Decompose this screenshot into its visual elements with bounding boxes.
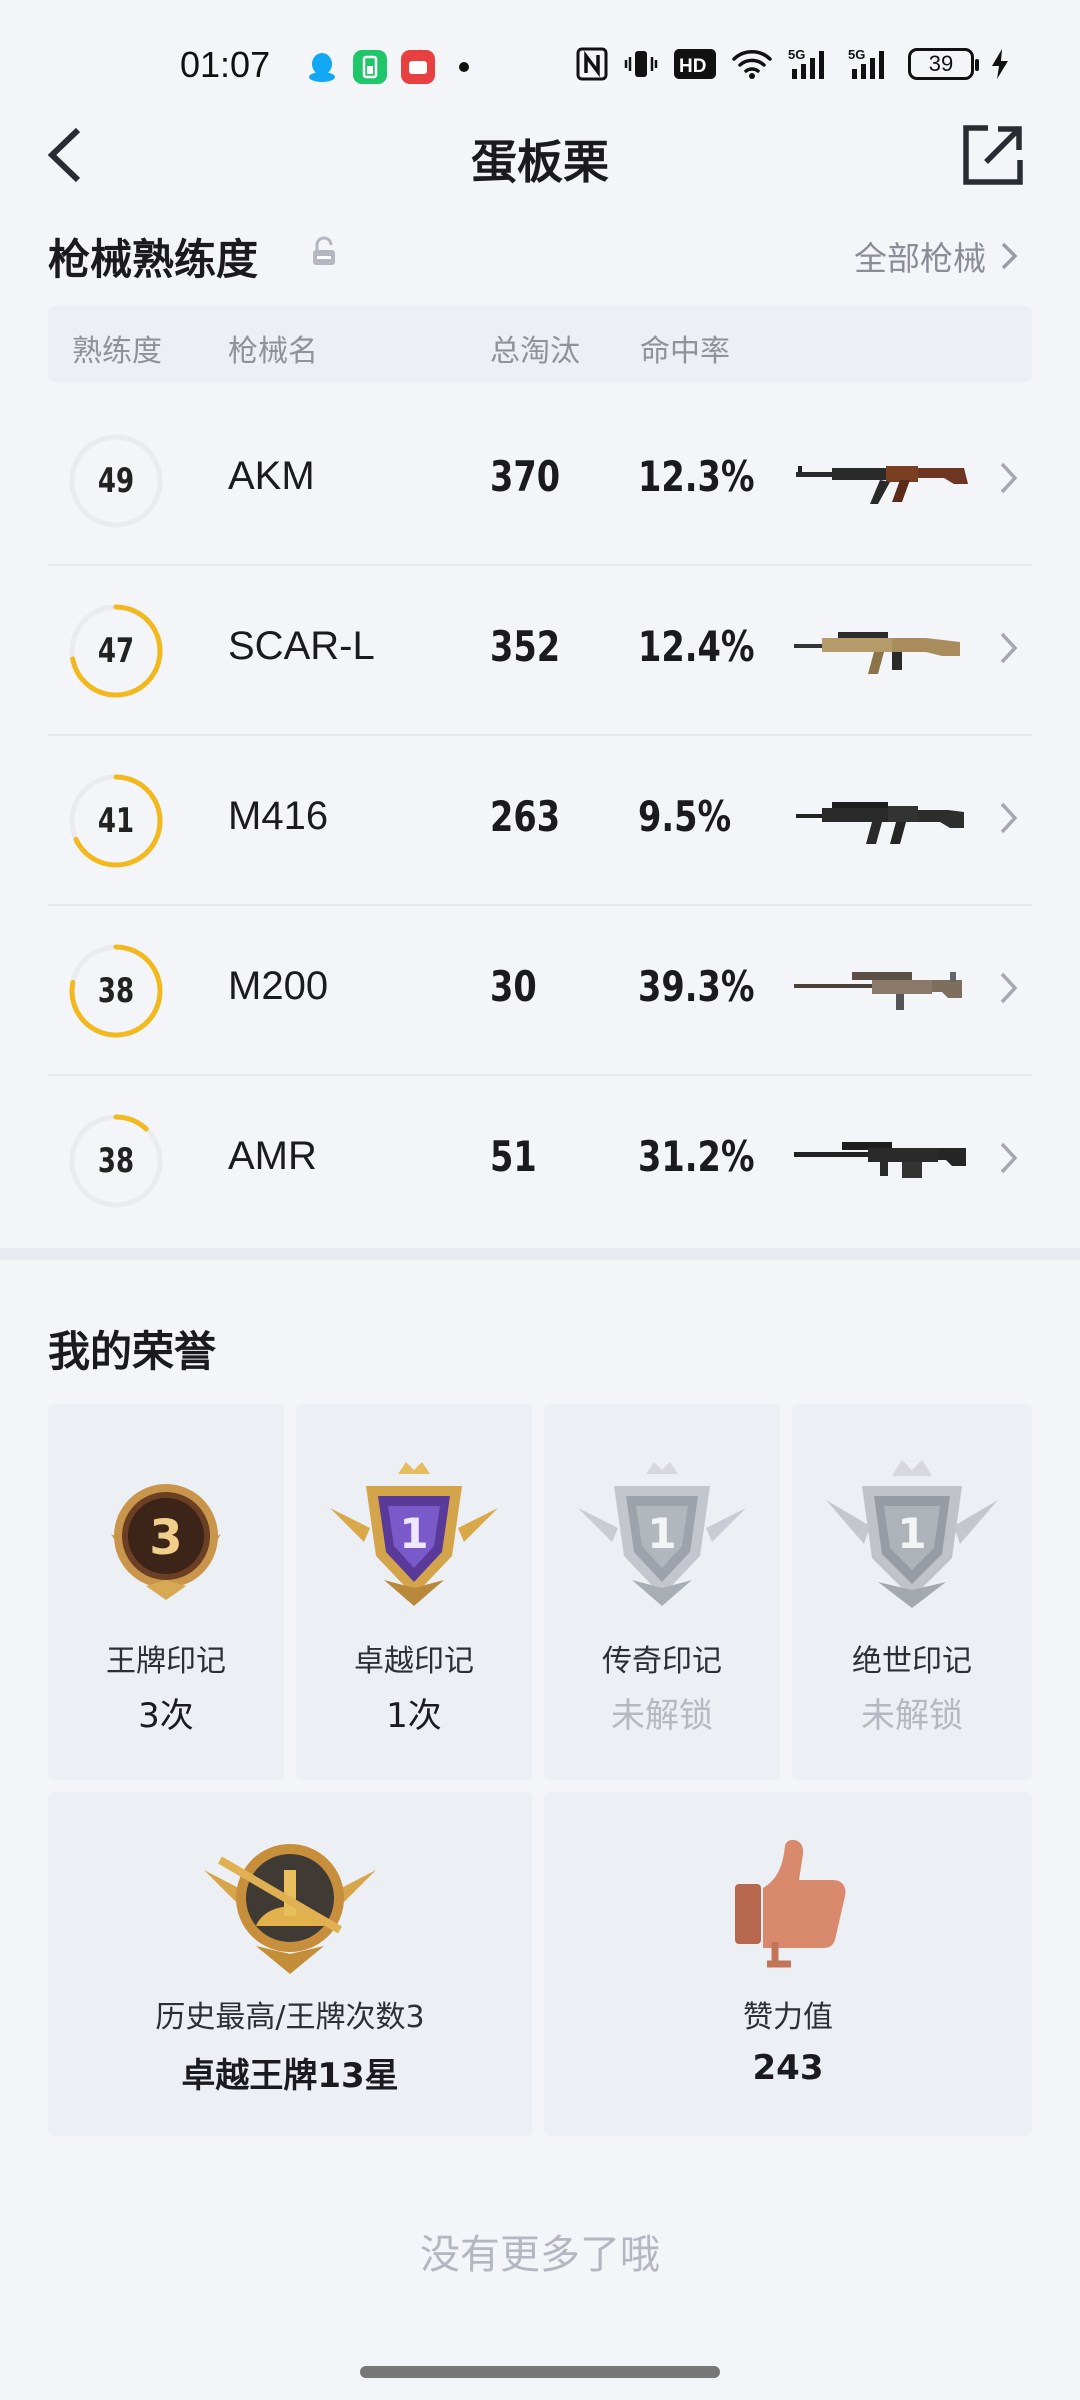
status-system-icons: HD 5G 5G 39 [576,46,1010,82]
thumbs-up-icon [735,1839,846,1968]
honor-label: 王牌印记 [106,1644,226,1679]
weapon-row[interactable]: 49 AKM 370 12.3% [48,396,1032,566]
lock-icon [313,236,335,265]
status-bar: 01:07 HD 5G 5G 39 [0,0,1080,130]
status-time: 01:07 [180,44,271,85]
honor-card-ace[interactable]: 3 王牌印记 3次 [48,1404,284,1780]
chevron-right-icon [1000,462,1018,494]
chevron-right-icon [1000,1142,1018,1174]
chevron-right-icon [1000,802,1018,834]
svg-text:3: 3 [149,1510,182,1566]
charging-icon [990,46,1010,82]
weapon-section-title: 枪械熟练度 [48,235,259,284]
honor-label: 卓越印记 [354,1644,474,1679]
weapon-name: M416 [228,794,329,838]
weapon-row[interactable]: 41 M416 263 9.5% [48,736,1032,906]
nfc-icon [576,46,608,82]
all-weapons-label: 全部枪械 [854,239,986,278]
column-proficiency: 熟练度 [72,334,162,369]
honor-label: 绝世印记 [852,1644,972,1679]
honor-card-excellence[interactable]: 1 卓越印记 1次 [296,1404,532,1780]
weapon-kills: 370 [490,452,561,501]
weapon-name: AMR [228,1134,317,1178]
weapon-kills: 352 [490,622,561,671]
proficiency-level: 38 [97,971,135,1011]
excellence-mark-badge-icon: 1 [330,1462,498,1606]
weapon-accuracy: 12.4% [638,622,755,671]
honor-value: 243 [752,2048,824,2088]
best-rank-badge-icon [204,1844,376,1974]
scar-rifle-icon [794,632,960,674]
svg-text:HD: HD [679,56,706,77]
home-indicator[interactable] [360,2366,720,2378]
redbook-app-icon [401,50,435,84]
honor-label: 赞力值 [743,2000,833,2035]
chevron-right-icon [1000,972,1018,1004]
weapon-kills: 51 [490,1132,537,1181]
peerless-mark-badge-icon: 1 [826,1460,998,1608]
honor-label: 历史最高/王牌次数3 [155,2000,425,2035]
battery-indicator: 39 [908,48,979,80]
column-weapon-name: 枪械名 [228,334,318,369]
honor-value: 未解锁 [611,1696,713,1736]
vibrate-icon [624,46,658,82]
wifi-icon [732,46,772,82]
signal-5g-icon-1: 5G [788,46,832,82]
weapon-name: SCAR-L [228,624,375,668]
weapon-kills: 263 [490,792,561,841]
svg-text:1: 1 [897,1509,926,1558]
svg-text:1: 1 [647,1509,676,1558]
weapon-accuracy: 39.3% [638,962,755,1011]
m200-sniper-icon [794,972,962,1010]
signal-5g-icon-2: 5G [848,46,892,82]
honor-label: 传奇印记 [602,1644,722,1679]
chevron-right-icon [1000,632,1018,664]
proficiency-level: 49 [97,461,135,501]
weapon-accuracy: 9.5% [638,792,732,841]
m416-rifle-icon [796,802,964,844]
proficiency-level: 41 [97,801,135,841]
no-more-footer-text: 没有更多了哦 [420,2232,660,2278]
proficiency-level: 38 [97,1141,135,1181]
section-divider [0,1248,1080,1260]
column-accuracy: 命中率 [640,334,730,369]
chevron-right-icon [1001,242,1018,270]
weapon-name: AKM [228,454,315,498]
honor-value: 卓越王牌13星 [181,2056,399,2096]
svg-text:5G: 5G [848,47,865,62]
weapon-accuracy: 12.3% [638,452,755,501]
honor-value: 1次 [386,1696,442,1736]
weapon-row[interactable]: 47 SCAR-L 352 12.4% [48,566,1032,736]
honor-card-likes[interactable]: 赞力值 243 [544,1792,1032,2136]
weapon-kills: 30 [490,962,537,1011]
share-external-icon [963,125,1023,185]
status-notification-icons [305,50,469,84]
qq-icon [305,50,339,84]
honor-section-title: 我的荣誉 [48,1327,217,1376]
legend-mark-badge-icon: 1 [578,1462,746,1606]
svg-text:5G: 5G [788,47,805,62]
all-weapons-link[interactable]: 全部枪械 [854,232,1018,280]
honor-card-legend[interactable]: 1 传奇印记 未解锁 [544,1404,780,1780]
honor-value: 未解锁 [861,1696,963,1736]
svg-text:1: 1 [399,1509,428,1558]
weapon-row[interactable]: 38 M200 30 39.3% [48,906,1032,1076]
page-title: 蛋板栗 [471,135,609,189]
weapon-row[interactable]: 38 AMR 51 31.2% [48,1076,1032,1246]
more-notifications-dot [459,62,469,72]
hd-voice-icon: HD [674,46,716,82]
battery-app-icon [353,50,387,84]
honor-card-peerless[interactable]: 1 绝世印记 未解锁 [792,1404,1032,1780]
share-button[interactable] [960,122,1026,188]
column-total-kills: 总淘汰 [490,334,580,369]
ace-mark-badge-icon: 3 [111,1484,221,1600]
amr-sniper-icon [794,1142,966,1178]
weapon-name: M200 [228,964,329,1008]
akm-rifle-icon [796,466,968,504]
weapon-table-header: 熟练度 枪械名 总淘汰 命中率 [48,306,1032,382]
honor-card-best-rank[interactable]: 历史最高/王牌次数3 卓越王牌13星 [48,1792,532,2136]
proficiency-level: 47 [97,631,135,671]
honor-value: 3次 [138,1696,194,1736]
weapon-accuracy: 31.2% [638,1132,755,1181]
